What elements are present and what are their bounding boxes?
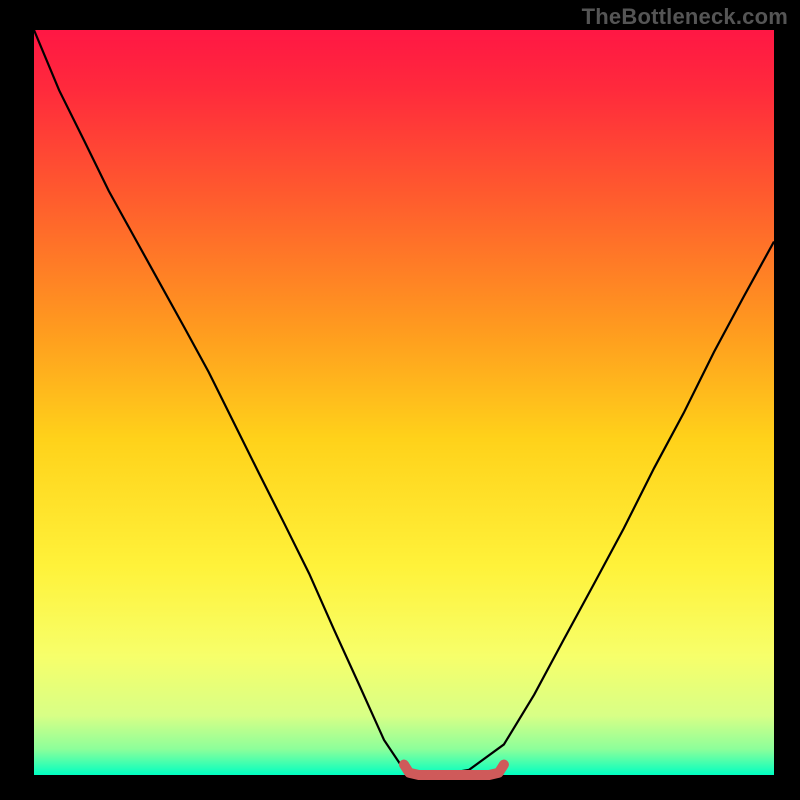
bottleneck-chart — [0, 0, 800, 800]
plot-background — [34, 30, 774, 775]
chart-frame: TheBottleneck.com — [0, 0, 800, 800]
watermark-text: TheBottleneck.com — [582, 4, 788, 30]
